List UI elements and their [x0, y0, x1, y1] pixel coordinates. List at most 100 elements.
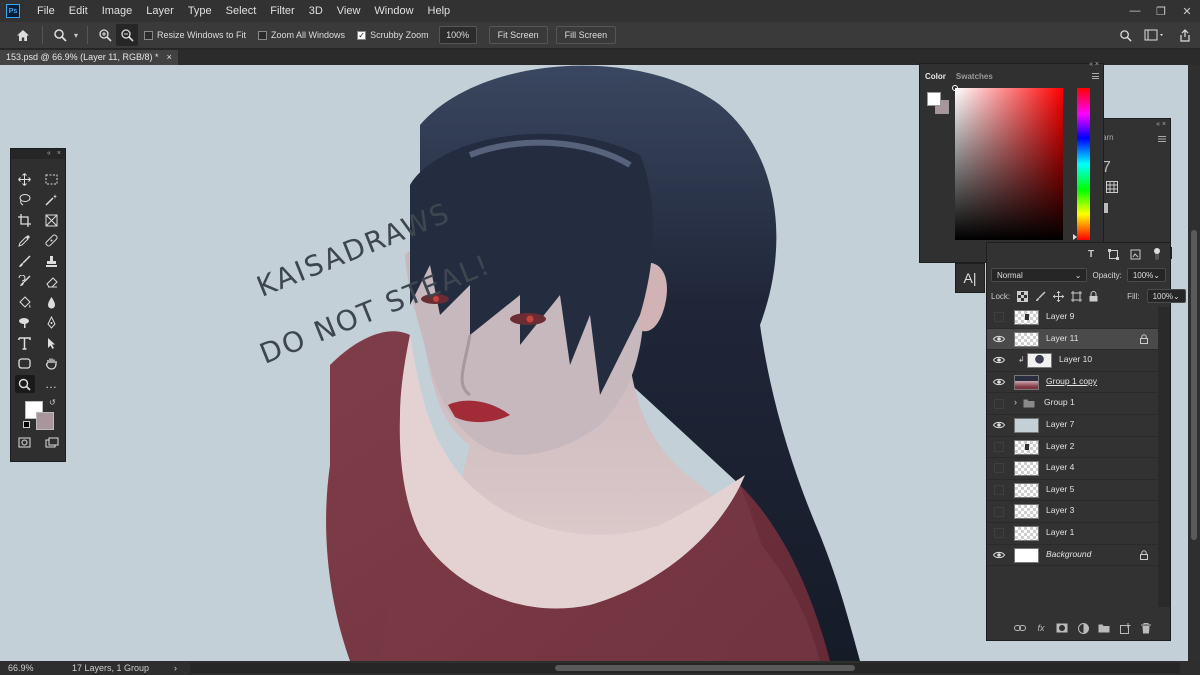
menu-type[interactable]: Type [181, 0, 219, 22]
background-color-swatch[interactable] [36, 411, 54, 430]
filter-type-icon[interactable]: T [1084, 248, 1098, 260]
menu-help[interactable]: Help [421, 0, 458, 22]
delete-layer-icon[interactable] [1140, 622, 1152, 634]
layer-row[interactable]: Layer 9 [987, 307, 1158, 329]
crop-tool-icon[interactable] [15, 211, 35, 229]
lock-transparent-pixels-icon[interactable] [1017, 290, 1029, 302]
menu-3d[interactable]: 3D [302, 0, 330, 22]
fill-field[interactable]: 100% ⌄ [1146, 289, 1186, 303]
layer-style-fx-icon[interactable]: fx [1035, 622, 1047, 634]
eyedropper-icon[interactable] [15, 232, 35, 250]
hue-slider-marker[interactable] [1073, 234, 1077, 240]
close-icon[interactable]: × [57, 149, 61, 159]
swap-colors-icon[interactable]: ↺ [49, 398, 56, 407]
visibility-eye-icon[interactable] [991, 417, 1007, 433]
dodge-tool-icon[interactable] [15, 314, 35, 332]
panel-collapse-icon[interactable]: « × [1089, 61, 1099, 68]
eraser-tool-icon[interactable] [42, 273, 62, 291]
healing-brush-icon[interactable] [42, 232, 62, 250]
clone-stamp-icon[interactable] [42, 252, 62, 270]
menu-view[interactable]: View [330, 0, 368, 22]
zoom-all-windows-checkbox[interactable]: Zoom All Windows [258, 30, 345, 40]
layer-row[interactable]: Layer 5 [987, 480, 1158, 502]
document-tab[interactable]: 153.psd @ 66.9% (Layer 11, RGB/8) * × [0, 50, 178, 65]
layers-scrollbar[interactable] [1158, 307, 1170, 607]
layer-row[interactable]: Layer 3 [987, 501, 1158, 523]
menu-layer[interactable]: Layer [139, 0, 181, 22]
layer-row[interactable]: Layer 4 [987, 458, 1158, 480]
tab-swatches[interactable]: Swatches [951, 70, 998, 84]
menu-select[interactable]: Select [219, 0, 264, 22]
visibility-eye-icon[interactable] [991, 374, 1007, 390]
home-icon[interactable] [10, 24, 36, 46]
scrubby-zoom-checkbox[interactable]: ✓ Scrubby Zoom [357, 30, 429, 40]
filter-smart-object-icon[interactable] [1128, 248, 1142, 260]
minimize-button[interactable]: — [1122, 0, 1148, 22]
color-picker-cursor[interactable] [952, 85, 958, 91]
zoom-tool-preset-icon[interactable] [49, 24, 71, 46]
tab-color[interactable]: Color [920, 70, 951, 84]
default-colors-icon[interactable] [23, 420, 30, 428]
share-icon[interactable] [1174, 24, 1196, 46]
panel-collapse-icon[interactable]: « × [1156, 121, 1166, 128]
menu-filter[interactable]: Filter [263, 0, 301, 22]
restore-button[interactable]: ❐ [1148, 0, 1174, 22]
type-tool-icon[interactable] [15, 334, 35, 352]
zoom-in-icon[interactable] [94, 24, 116, 46]
fit-screen-button[interactable]: Fit Screen [488, 26, 548, 44]
zoom-tool-icon[interactable] [14, 375, 35, 394]
layer-row[interactable]: Layer 7 [987, 415, 1158, 437]
layer-row[interactable]: Group 1 copy [987, 372, 1158, 394]
quick-mask-icon[interactable] [15, 434, 35, 452]
lock-image-pixels-icon[interactable] [1035, 291, 1046, 302]
collapse-icon[interactable]: « [47, 149, 51, 159]
close-window-button[interactable]: ✕ [1174, 0, 1200, 22]
screen-mode-icon[interactable] [42, 434, 62, 452]
layer-row[interactable]: Layer 1 [987, 523, 1158, 545]
filter-shape-icon[interactable] [1106, 248, 1120, 260]
visibility-eye-icon[interactable] [991, 352, 1007, 368]
layer-row[interactable]: › Group 1 [987, 393, 1158, 415]
lock-artboard-icon[interactable] [1071, 290, 1083, 302]
menu-file[interactable]: File [30, 0, 62, 22]
filter-toggle-icon[interactable] [1150, 248, 1164, 260]
brush-tool-icon[interactable] [15, 252, 35, 270]
link-layers-icon[interactable] [1014, 622, 1026, 634]
visibility-toggle[interactable] [994, 441, 1004, 452]
canvas-horizontal-scrollbar[interactable] [190, 663, 1180, 673]
chevron-down-icon[interactable]: ▾ [71, 24, 81, 46]
visibility-toggle[interactable] [994, 506, 1004, 517]
zoom-percent-field[interactable]: 100% [438, 26, 477, 44]
path-selection-icon[interactable] [42, 334, 62, 352]
add-mask-icon[interactable] [1056, 622, 1068, 634]
character-panel-icon[interactable]: A| [955, 263, 985, 293]
history-brush-icon[interactable] [15, 273, 35, 291]
zoom-out-icon[interactable] [116, 24, 138, 46]
paint-bucket-icon[interactable] [15, 293, 35, 311]
blend-mode-dropdown[interactable]: Normal ⌄ [991, 268, 1088, 282]
scrollbar-thumb[interactable] [1191, 230, 1197, 540]
marquee-tool-icon[interactable] [42, 170, 62, 188]
lock-position-icon[interactable] [1053, 290, 1065, 302]
color-field[interactable] [955, 88, 1063, 240]
pen-tool-icon[interactable] [42, 314, 62, 332]
fill-screen-button[interactable]: Fill Screen [555, 26, 617, 44]
menu-edit[interactable]: Edit [62, 0, 95, 22]
grid-icon[interactable] [1106, 181, 1118, 196]
frame-tool-icon[interactable] [42, 211, 62, 229]
adjustment-layer-icon[interactable] [1077, 622, 1089, 634]
hand-tool-icon[interactable] [42, 355, 62, 373]
layer-row[interactable]: Layer 11 [987, 328, 1158, 351]
layer-row[interactable]: ↲ Layer 10 [987, 350, 1158, 372]
opacity-field[interactable]: 100% ⌄ [1126, 268, 1166, 282]
visibility-toggle[interactable] [994, 485, 1004, 496]
visibility-toggle[interactable] [994, 463, 1004, 474]
resize-windows-checkbox[interactable]: Resize Windows to Fit [144, 30, 246, 40]
visibility-toggle[interactable] [994, 398, 1004, 409]
blur-tool-icon[interactable] [42, 293, 62, 311]
chevron-right-icon[interactable]: › [1014, 397, 1017, 407]
visibility-toggle[interactable] [994, 312, 1004, 323]
menu-image[interactable]: Image [95, 0, 140, 22]
move-tool-icon[interactable] [15, 170, 35, 188]
visibility-eye-icon[interactable] [991, 547, 1007, 563]
